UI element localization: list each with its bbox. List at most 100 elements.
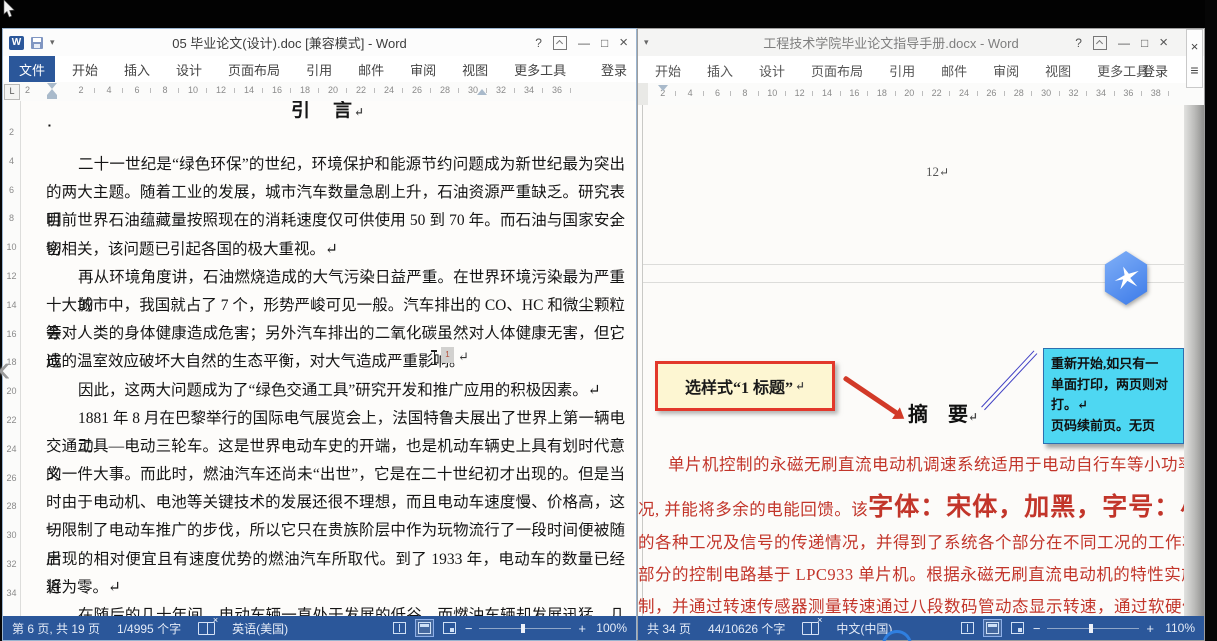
ribbon-tab[interactable]: 审阅 [397,56,449,82]
ribbon-tab[interactable]: 开始 [642,57,694,83]
help-button[interactable]: ? [535,37,542,49]
print-layout-icon [986,622,999,634]
paragraph-mark: ↵ [968,410,978,424]
style-callout-box[interactable]: 选样式“1 标题”↵ [655,361,835,411]
ribbon-tab[interactable]: 视图 [449,56,501,82]
document-line: 成的温室效应破坏大自然的生态平衡，对大气造成严重影响。 [46,348,625,376]
ruler-number: 2 [67,85,95,95]
ruler-number: 12 [3,271,20,300]
close-button[interactable]: × [619,35,628,50]
ruler-number: 14 [235,85,263,95]
sign-in-link[interactable]: 登录 [601,56,627,82]
zoom-slider[interactable] [479,628,571,629]
print-layout-icon [418,622,431,634]
ribbon-options-icon[interactable] [553,36,567,50]
overlay-chevron-left-icon[interactable]: ‹ [0,348,11,391]
abstract-title: 摘 要↵ [908,398,978,427]
ribbon-tab[interactable]: 页面布局 [215,56,293,82]
zoom-percentage[interactable]: 100% [593,621,627,635]
first-line-indent-marker[interactable] [658,85,668,91]
red-text-line: 部分的控制电路基于 LPC933 单片机。根据永磁无刷直流电动机的特性实施脉 [638,561,1184,585]
ribbon-tabs: 开始插入设计页面布局引用邮件审阅视图更多工具 [59,56,579,82]
ribbon-tab[interactable]: 引用 [293,56,345,82]
horizontal-ruler[interactable]: 2468101214161820222426283032343638 [638,83,1204,106]
note-callout-box[interactable]: 重新开始,如只有一单面打印，两页则对打。↵页码续前页。无页 [1043,348,1184,444]
document-text[interactable]: 二十一世纪是“绿色环保”的世纪，环境保护和能源节约问题成为新世纪最为突出的两大主… [46,151,625,616]
left-titlebar[interactable]: W ▾ 05 毕业论文(设计).doc [兼容模式] - Word ? — □ … [3,29,636,56]
ruler-number: 2 [25,85,30,95]
quick-access-toolbar: ▾ [644,29,649,56]
maximize-button[interactable]: □ [1141,37,1148,49]
ribbon-tab[interactable]: 页面布局 [798,57,876,83]
proofing-icon[interactable] [198,622,215,635]
ruler-number: 4 [676,88,703,98]
document-page[interactable]: 12↵ 选样式“1 标题”↵ 摘 要↵ 重新开始,如只有一单面打印，两页则对打。… [638,105,1184,616]
indent-marker-left[interactable] [47,83,57,99]
proofing-icon[interactable] [802,622,819,635]
language-indicator[interactable]: 中文(中国) [836,620,892,637]
ribbon-tab[interactable]: 插入 [694,57,746,83]
screen: W ▾ 05 毕业论文(设计).doc [兼容模式] - Word ? — □ … [0,0,1217,641]
ribbon-tab[interactable]: 审阅 [980,57,1032,83]
minimize-button[interactable]: — [1118,37,1130,49]
thunder-download-icon[interactable] [1102,251,1150,305]
zoom-percentage[interactable]: 110% [1161,621,1195,635]
sign-in-link[interactable]: 登录 [1142,57,1168,83]
read-mode-icon[interactable] [961,622,974,634]
page-number: 12↵ [926,164,949,180]
right-titlebar[interactable]: ▾ 工程技术学院毕业论文指导手册.docx - Word ? — □ × [638,29,1204,56]
indent-marker-right[interactable] [477,89,487,95]
save-icon[interactable] [31,37,43,49]
footnote-marker[interactable]: 1 [441,347,454,363]
maximize-button[interactable]: □ [601,37,608,49]
page-indicator[interactable]: 共 34 页 [647,620,691,637]
overlay-menu-icon[interactable]: ≡ [1190,63,1198,77]
tab-file[interactable]: 文件 [9,56,55,82]
ruler-number: 12 [207,85,235,95]
page-indicator[interactable]: 第 6 页, 共 19 页 [12,620,100,637]
ruler-margin-block [638,83,648,105]
ruler-number: 16 [841,88,868,98]
ribbon-tab[interactable]: 视图 [1032,57,1084,83]
zoom-slider-thumb[interactable] [1089,624,1093,633]
zoom-slider-thumb[interactable] [521,624,525,633]
word-count[interactable]: 44/10626 个字 [708,620,785,637]
ribbon-tab[interactable]: 邮件 [345,56,397,82]
overlay-close-icon[interactable]: × [1191,40,1199,53]
ribbon-tab[interactable]: 设计 [746,57,798,83]
qat-dropdown-icon[interactable]: ▾ [644,37,649,48]
document-line: 近为零。↵ [46,574,625,602]
read-mode-icon[interactable] [393,622,406,634]
document-line: 切相关，该问题已引起各国的极大重视。↵ [46,236,625,264]
minimize-button[interactable]: — [578,37,590,49]
ribbon-tab[interactable]: 邮件 [928,57,980,83]
ribbon-tab[interactable]: 更多工具 [501,56,579,82]
zoom-out-button[interactable]: − [1033,621,1041,636]
ribbon-tab[interactable]: 开始 [59,56,111,82]
ribbon-tab[interactable]: 插入 [111,56,163,82]
close-button[interactable]: × [1159,35,1168,50]
help-button[interactable]: ? [1075,37,1082,49]
web-layout-icon[interactable] [443,622,456,634]
qat-dropdown-icon[interactable]: ▾ [50,37,55,48]
document-heading: 引 言↵ [291,101,366,122]
tab-selector-icon[interactable]: L [4,84,20,100]
paragraph-mark: ↵ [795,379,805,394]
print-layout-active[interactable] [983,619,1002,637]
word-count[interactable]: 1/4995 个字 [117,620,181,637]
ruler-number: 20 [319,85,347,95]
zoom-out-button[interactable]: − [465,621,473,636]
horizontal-ruler[interactable]: L 2 24681012141618202224262830323436 [3,82,636,102]
right-window-controls: ? — □ × [1075,29,1168,56]
ribbon-options-icon[interactable] [1093,36,1107,50]
document-page[interactable]: 引 言↵ ▪ 二十一世纪是“绿色环保”的世纪，环境保护和能源节约问题成为新世纪最… [21,101,636,616]
vertical-scrollbar[interactable] [1184,105,1204,616]
zoom-slider[interactable] [1047,628,1139,629]
zoom-in-button[interactable]: + [1146,621,1154,636]
ribbon-tab[interactable]: 设计 [163,56,215,82]
web-layout-icon[interactable] [1011,622,1024,634]
zoom-in-button[interactable]: + [578,621,586,636]
ribbon-tab[interactable]: 引用 [876,57,928,83]
print-layout-active[interactable] [415,619,434,637]
language-indicator[interactable]: 英语(美国) [232,620,288,637]
